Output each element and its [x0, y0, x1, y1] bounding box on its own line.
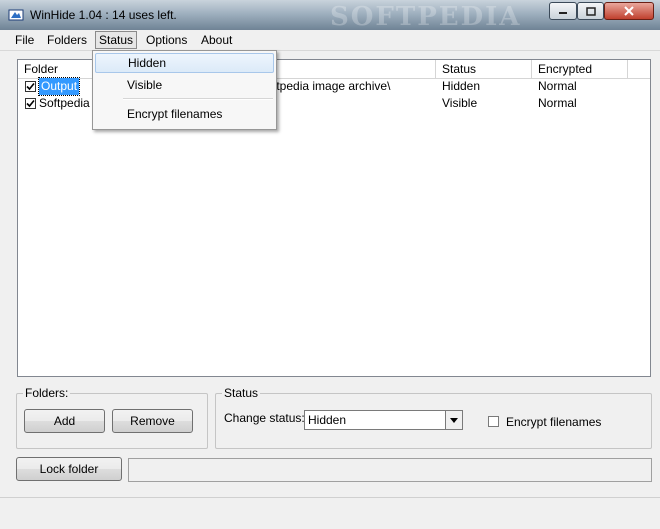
maximize-button[interactable] — [577, 2, 604, 20]
menu-status[interactable]: Status — [95, 31, 138, 49]
change-status-label: Change status: — [224, 411, 305, 425]
row-checkbox[interactable] — [25, 81, 36, 92]
menu-about[interactable]: About — [201, 33, 232, 47]
menu-separator — [123, 98, 273, 100]
row-status: Hidden — [442, 79, 481, 93]
status-select-dropdown-button[interactable] — [445, 411, 462, 429]
status-dropdown-menu: Hidden Visible Encrypt filenames — [92, 50, 277, 130]
lock-folder-button[interactable]: Lock folder — [16, 457, 122, 481]
encrypt-filenames-label: Encrypt filenames — [506, 415, 602, 429]
row-encrypted: Normal — [538, 79, 577, 93]
row-checkbox[interactable] — [25, 98, 36, 109]
checkmark-icon — [26, 99, 35, 108]
close-button[interactable] — [604, 2, 654, 20]
status-select-value: Hidden — [308, 413, 347, 427]
add-folder-button[interactable]: Add — [24, 409, 105, 433]
chevron-down-icon — [450, 417, 458, 423]
window-title: WinHide 1.04 : 14 uses left. — [30, 8, 177, 22]
app-icon — [8, 9, 24, 21]
menu-bar: File Folders Status Options About — [0, 30, 660, 51]
close-icon — [624, 6, 634, 16]
path-display — [128, 458, 652, 482]
watermark-text: SOFTPEDIA — [330, 2, 522, 32]
remove-folder-button[interactable]: Remove — [112, 409, 193, 433]
minimize-icon — [559, 12, 567, 14]
row-folder-path: ftpedia image archive\ — [273, 79, 391, 93]
row-encrypted: Normal — [538, 96, 577, 110]
column-status[interactable]: Status — [436, 60, 532, 78]
menu-item-encrypt-filenames[interactable]: Encrypt filenames — [95, 104, 274, 124]
status-bar — [0, 497, 660, 529]
minimize-button[interactable] — [549, 2, 577, 20]
status-group-label: Status — [222, 386, 261, 400]
menu-item-visible[interactable]: Visible — [95, 75, 274, 95]
encrypt-filenames-checkbox[interactable] — [488, 416, 499, 427]
row-folder-name: Output — [37, 77, 81, 96]
column-encrypted[interactable]: Encrypted — [532, 60, 628, 78]
status-select[interactable]: Hidden — [304, 410, 463, 430]
menu-options[interactable]: Options — [146, 33, 187, 47]
menu-folders[interactable]: Folders — [47, 33, 87, 47]
menu-item-hidden[interactable]: Hidden — [95, 53, 274, 73]
row-status: Visible — [442, 96, 478, 110]
menu-file[interactable]: File — [15, 33, 34, 47]
maximize-icon — [585, 6, 596, 16]
title-bar: SOFTPEDIA WinHide 1.04 : 14 uses left. — [0, 0, 660, 32]
checkmark-icon — [26, 82, 35, 91]
folders-group-label: Folders: — [23, 386, 71, 400]
